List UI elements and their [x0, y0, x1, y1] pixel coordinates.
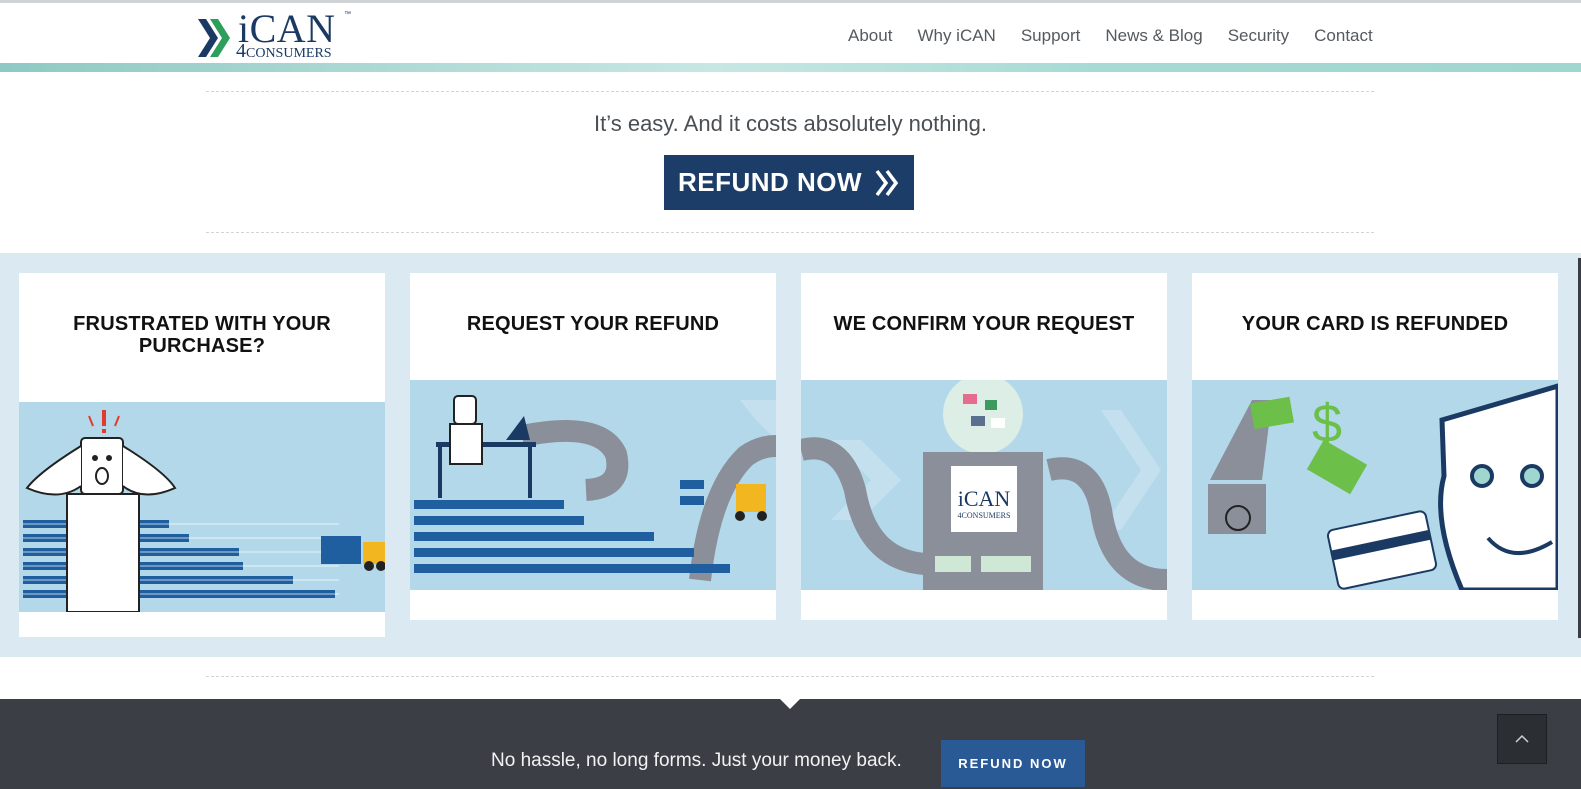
- step-title: REQUEST YOUR REFUND: [466, 313, 720, 335]
- nav-why-ican[interactable]: Why iCAN: [917, 26, 995, 46]
- step-card-frustrated: FRUSTRATED WITH YOUR PURCHASE?: [19, 273, 385, 637]
- machine-logo: iCAN: [958, 486, 1011, 511]
- site-logo[interactable]: iCAN ™ 4CONSUMERS: [198, 6, 358, 65]
- nav-news-blog[interactable]: News & Blog: [1105, 26, 1202, 46]
- double-chevron-right-icon: [875, 169, 899, 196]
- footer-refund-now-button[interactable]: REFUND NOW: [941, 740, 1085, 787]
- main-nav: About Why iCAN Support News & Blog Secur…: [848, 26, 1373, 46]
- logo-subtitle: 4CONSUMERS: [236, 40, 332, 62]
- back-to-top-button[interactable]: [1497, 714, 1547, 764]
- cta-footer: [0, 699, 1581, 789]
- divider: [206, 232, 1374, 233]
- step-card-refunded: YOUR CARD IS REFUNDED $: [1192, 273, 1558, 620]
- divider: [206, 91, 1374, 92]
- machine-logo-sub: 4CONSUMERS: [958, 511, 1011, 520]
- nav-security[interactable]: Security: [1228, 26, 1289, 46]
- hero-tagline: It’s easy. And it costs absolutely nothi…: [594, 111, 987, 136]
- step-title: YOUR CARD IS REFUNDED: [1241, 313, 1509, 335]
- site-header: iCAN ™ 4CONSUMERS About Why iCAN Support…: [0, 3, 1581, 63]
- footer-tagline: No hassle, no long forms. Just your mone…: [491, 750, 902, 771]
- logo-trademark: ™: [344, 11, 351, 18]
- nav-about[interactable]: About: [848, 26, 892, 46]
- step-card-confirm: WE CONFIRM YOUR REQUEST iCAN 4CONSUMERS: [801, 273, 1167, 620]
- nav-support[interactable]: Support: [1021, 26, 1081, 46]
- header-accent-bar: [0, 63, 1581, 72]
- divider: [206, 676, 1374, 677]
- nav-contact[interactable]: Contact: [1314, 26, 1373, 46]
- confirm-illustration: iCAN 4CONSUMERS: [801, 380, 1167, 590]
- chevron-logo-icon: [198, 19, 230, 57]
- step-title: FRUSTRATED WITH YOUR PURCHASE?: [73, 313, 331, 357]
- refund-now-label: REFUND NOW: [677, 167, 863, 197]
- refund-now-button[interactable]: REFUND NOW: [664, 155, 914, 210]
- chevron-up-icon: [1515, 734, 1529, 743]
- step-card-request: REQUEST YOUR REFUND: [410, 273, 776, 620]
- refunded-illustration: $: [1192, 380, 1558, 590]
- request-illustration: [410, 380, 776, 590]
- frustrated-illustration: [19, 402, 385, 612]
- svg-text:$: $: [1312, 394, 1342, 454]
- step-title: WE CONFIRM YOUR REQUEST: [833, 313, 1135, 335]
- footer-notch: [780, 699, 800, 709]
